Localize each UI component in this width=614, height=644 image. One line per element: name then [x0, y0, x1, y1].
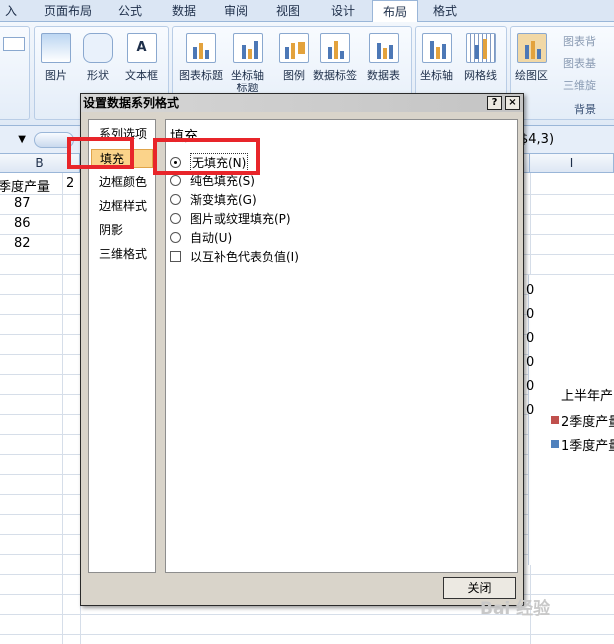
- data-table-button[interactable]: 数据表: [367, 33, 400, 83]
- axes-icon: [421, 33, 452, 63]
- legend-swatch-series2: [551, 416, 559, 424]
- picture-fill-option[interactable]: 图片或纹理填充(P): [170, 210, 291, 227]
- 3d-rotation-button[interactable]: 三维旋: [563, 77, 596, 93]
- name-box-dropdown[interactable]: ▼: [2, 131, 26, 149]
- legend-button[interactable]: 图例: [279, 33, 309, 83]
- highlight-box-fill-nav: [67, 137, 134, 169]
- value-axis-label: 0: [526, 307, 535, 322]
- invert-if-negative-label: 以互补色代表负值(I): [190, 250, 299, 264]
- formula-content[interactable]: $4,3): [520, 132, 554, 147]
- text-box-button[interactable]: A 文本框: [125, 33, 158, 83]
- tab-format[interactable]: 格式: [424, 0, 466, 22]
- cell-b1[interactable]: 季度产量: [0, 176, 50, 195]
- legend-item-series2[interactable]: 2季度产量: [561, 411, 614, 430]
- format-data-series-dialog: 设置数据系列格式 ? × 系列选项 填充 边框颜色 边框样式 阴影 三维格式 填…: [80, 93, 524, 606]
- axis-titles-label-line2: 标题: [236, 83, 259, 92]
- text-box-icon: A: [126, 33, 157, 63]
- nav-3d-format[interactable]: 三维格式: [99, 245, 147, 262]
- axis-titles-label: 坐标轴: [231, 69, 264, 82]
- value-axis-label: 0: [526, 355, 535, 370]
- picture-icon: [41, 33, 71, 63]
- gridlines-label: 网格线: [464, 69, 497, 82]
- tab-view[interactable]: 视图: [270, 0, 306, 22]
- value-axis-label: 0: [526, 403, 535, 418]
- data-labels-label: 数据标签: [313, 69, 357, 82]
- picture-label: 图片: [45, 69, 67, 82]
- gridlines-icon: [465, 33, 496, 63]
- chart-wall-button[interactable]: 图表背: [563, 33, 596, 49]
- watermark: Bai 经验: [480, 599, 551, 619]
- dialog-close-x-button[interactable]: ×: [505, 96, 520, 110]
- legend-swatch-series1: [551, 440, 559, 448]
- chart-element-dropdown[interactable]: [3, 37, 25, 51]
- cell-b3[interactable]: 86: [14, 216, 31, 231]
- tab-design[interactable]: 设计: [322, 0, 364, 22]
- solid-fill-radio[interactable]: [170, 175, 181, 186]
- tab-layout[interactable]: 布局: [372, 0, 418, 23]
- data-table-icon: [368, 33, 399, 63]
- legend-icon: [279, 33, 309, 63]
- ribbon-group-background: 绘图区 图表背 图表基 三维旋 背景: [510, 26, 614, 120]
- category-list: 系列选项 填充 边框颜色 边框样式 阴影 三维格式: [88, 119, 156, 573]
- automatic-fill-label: 自动(U): [190, 231, 233, 245]
- highlight-box-no-fill: [153, 138, 260, 175]
- column-header-i[interactable]: I: [530, 154, 614, 173]
- chart-floor-button[interactable]: 图表基: [563, 55, 596, 71]
- invert-if-negative-option[interactable]: 以互补色代表负值(I): [170, 248, 299, 265]
- legend-title: 上半年产: [561, 389, 614, 404]
- help-button[interactable]: ?: [487, 96, 502, 110]
- tab-page-layout[interactable]: 页面布局: [36, 0, 100, 22]
- row-line: [0, 634, 614, 635]
- shapes-label: 形状: [87, 69, 109, 82]
- cell-c1[interactable]: 2: [66, 176, 74, 191]
- nav-shadow[interactable]: 阴影: [99, 221, 123, 238]
- tab-insert[interactable]: 入: [0, 0, 22, 22]
- axis-titles-button[interactable]: 坐标轴 标题: [231, 33, 264, 92]
- gridlines-button[interactable]: 网格线: [464, 33, 497, 83]
- tab-formulas[interactable]: 公式: [110, 0, 150, 22]
- picture-fill-radio[interactable]: [170, 213, 181, 224]
- plot-area-label: 绘图区: [515, 69, 548, 82]
- picture-fill-label: 图片或纹理填充(P): [190, 212, 291, 226]
- background-group-label: 背景: [574, 103, 596, 116]
- chart-title-button[interactable]: 图表标题: [179, 33, 223, 83]
- col-line: [62, 173, 63, 644]
- automatic-fill-radio[interactable]: [170, 232, 181, 243]
- tab-review[interactable]: 审阅: [218, 0, 254, 22]
- axes-button[interactable]: 坐标轴: [420, 33, 453, 83]
- value-axis-label: 0: [526, 283, 535, 298]
- gradient-fill-radio[interactable]: [170, 194, 181, 205]
- dialog-title[interactable]: 设置数据系列格式: [81, 94, 523, 112]
- embedded-chart[interactable]: 0 0 0 0 0 0 上半年产 2季度产量 1季度产量: [526, 275, 614, 565]
- data-labels-button[interactable]: 数据标签: [313, 33, 357, 83]
- axes-label: 坐标轴: [420, 69, 453, 82]
- picture-button[interactable]: 图片: [41, 33, 71, 83]
- invert-if-negative-checkbox[interactable]: [170, 251, 181, 262]
- axis-titles-icon: [232, 33, 263, 63]
- value-axis-label: 0: [526, 379, 535, 394]
- chart-title-icon: [186, 33, 216, 63]
- ribbon-tab-bar: 入 页面布局 公式 数据 审阅 视图 设计 布局 格式: [0, 0, 614, 23]
- legend-item-series1[interactable]: 1季度产量: [561, 435, 614, 454]
- automatic-fill-option[interactable]: 自动(U): [170, 229, 232, 246]
- text-box-label: 文本框: [125, 69, 158, 82]
- shapes-icon: [83, 33, 113, 63]
- plot-area-icon: [516, 33, 547, 63]
- gradient-fill-label: 渐变填充(G): [190, 193, 257, 207]
- nav-border-color[interactable]: 边框颜色: [99, 173, 147, 190]
- ribbon-group-current-selection: [0, 26, 30, 120]
- legend-label: 图例: [283, 69, 305, 82]
- plot-area-button[interactable]: 绘图区: [515, 33, 548, 83]
- data-table-label: 数据表: [367, 69, 400, 82]
- data-labels-icon: [320, 33, 350, 63]
- tab-data[interactable]: 数据: [166, 0, 202, 22]
- shapes-button[interactable]: 形状: [83, 33, 113, 83]
- chart-title-label: 图表标题: [179, 69, 223, 82]
- cell-b2[interactable]: 87: [14, 196, 31, 211]
- value-axis-label: 0: [526, 331, 535, 346]
- nav-border-style[interactable]: 边框样式: [99, 197, 147, 214]
- cell-b4[interactable]: 82: [14, 236, 31, 251]
- gradient-fill-option[interactable]: 渐变填充(G): [170, 191, 257, 208]
- fill-settings-panel: 填充 无填充(N) 纯色填充(S) 渐变填充(G) 图片或纹理填充(P) 自动(…: [165, 119, 518, 573]
